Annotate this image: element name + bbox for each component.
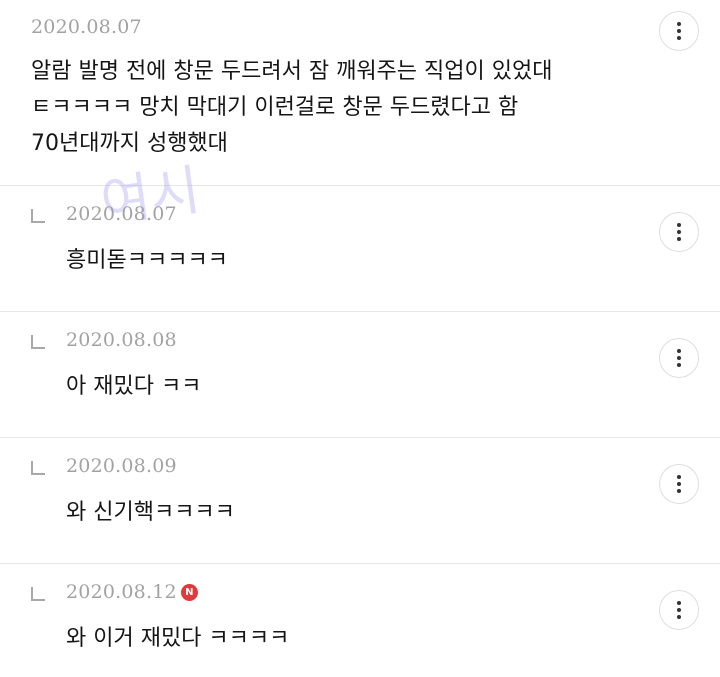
reply-date: 2020.08.12: [66, 581, 177, 603]
more-vertical-icon: [677, 475, 681, 493]
comment-text-line: 70년대까지 성행했대: [31, 131, 228, 156]
more-vertical-icon: [677, 223, 681, 241]
more-vertical-icon: [677, 22, 681, 40]
comment-main: 2020.08.07 알람 발명 전에 창문 두드려서 잠 깨워주는 직업이 있…: [0, 0, 720, 186]
reply-date: 2020.08.09: [66, 455, 177, 477]
reply-comment: 2020.08.09 와 신기핵ㅋㅋㅋㅋ: [0, 438, 720, 564]
reply-meta: 2020.08.07: [66, 201, 720, 227]
reply-meta: 2020.08.08: [66, 327, 720, 353]
reply-arrow-icon: [31, 209, 45, 223]
reply-date: 2020.08.08: [66, 329, 177, 351]
reply-arrow-icon: [31, 461, 45, 475]
reply-text: 와 이거 재밌다 ㅋㅋㅋㅋ: [66, 626, 290, 651]
more-options-button[interactable]: [659, 338, 699, 378]
reply-meta: 2020.08.09: [66, 453, 720, 479]
reply-comment: 2020.08.12 N 와 이거 재밌다 ㅋㅋㅋㅋ: [0, 564, 720, 677]
reply-meta: 2020.08.12 N: [66, 579, 720, 605]
reply-arrow-icon: [31, 587, 45, 601]
comment-text-line: 알람 발명 전에 창문 두드려서 잠 깨워주는 직업이 있었대: [31, 59, 553, 84]
more-options-button[interactable]: [659, 590, 699, 630]
more-vertical-icon: [677, 349, 681, 367]
reply-comment: 2020.08.08 아 재밌다 ㅋㅋ: [0, 312, 720, 438]
comment-text-line: ㅌㅋㅋㅋㅋ 망치 막대기 이런걸로 창문 두드렸다고 함: [31, 95, 519, 120]
comment-meta: 2020.08.07: [31, 14, 720, 40]
reply-arrow-icon: [31, 335, 45, 349]
more-options-button[interactable]: [659, 212, 699, 252]
new-badge: N: [180, 583, 198, 601]
reply-date: 2020.08.07: [66, 203, 177, 225]
comment-text: 알람 발명 전에 창문 두드려서 잠 깨워주는 직업이 있었대 ㅌㅋㅋㅋㅋ 망치…: [31, 54, 720, 162]
more-options-button[interactable]: [659, 464, 699, 504]
reply-text: 흥미돋ㅋㅋㅋㅋㅋ: [66, 248, 228, 273]
reply-comment: 2020.08.07 흥미돋ㅋㅋㅋㅋㅋ: [0, 186, 720, 312]
comment-thread: 2020.08.07 알람 발명 전에 창문 두드려서 잠 깨워주는 직업이 있…: [0, 0, 720, 677]
more-options-button[interactable]: [659, 11, 699, 51]
reply-text: 아 재밌다 ㅋㅋ: [66, 374, 202, 399]
reply-text: 와 신기핵ㅋㅋㅋㅋ: [66, 500, 235, 525]
more-vertical-icon: [677, 601, 681, 619]
comment-date: 2020.08.07: [31, 16, 142, 38]
